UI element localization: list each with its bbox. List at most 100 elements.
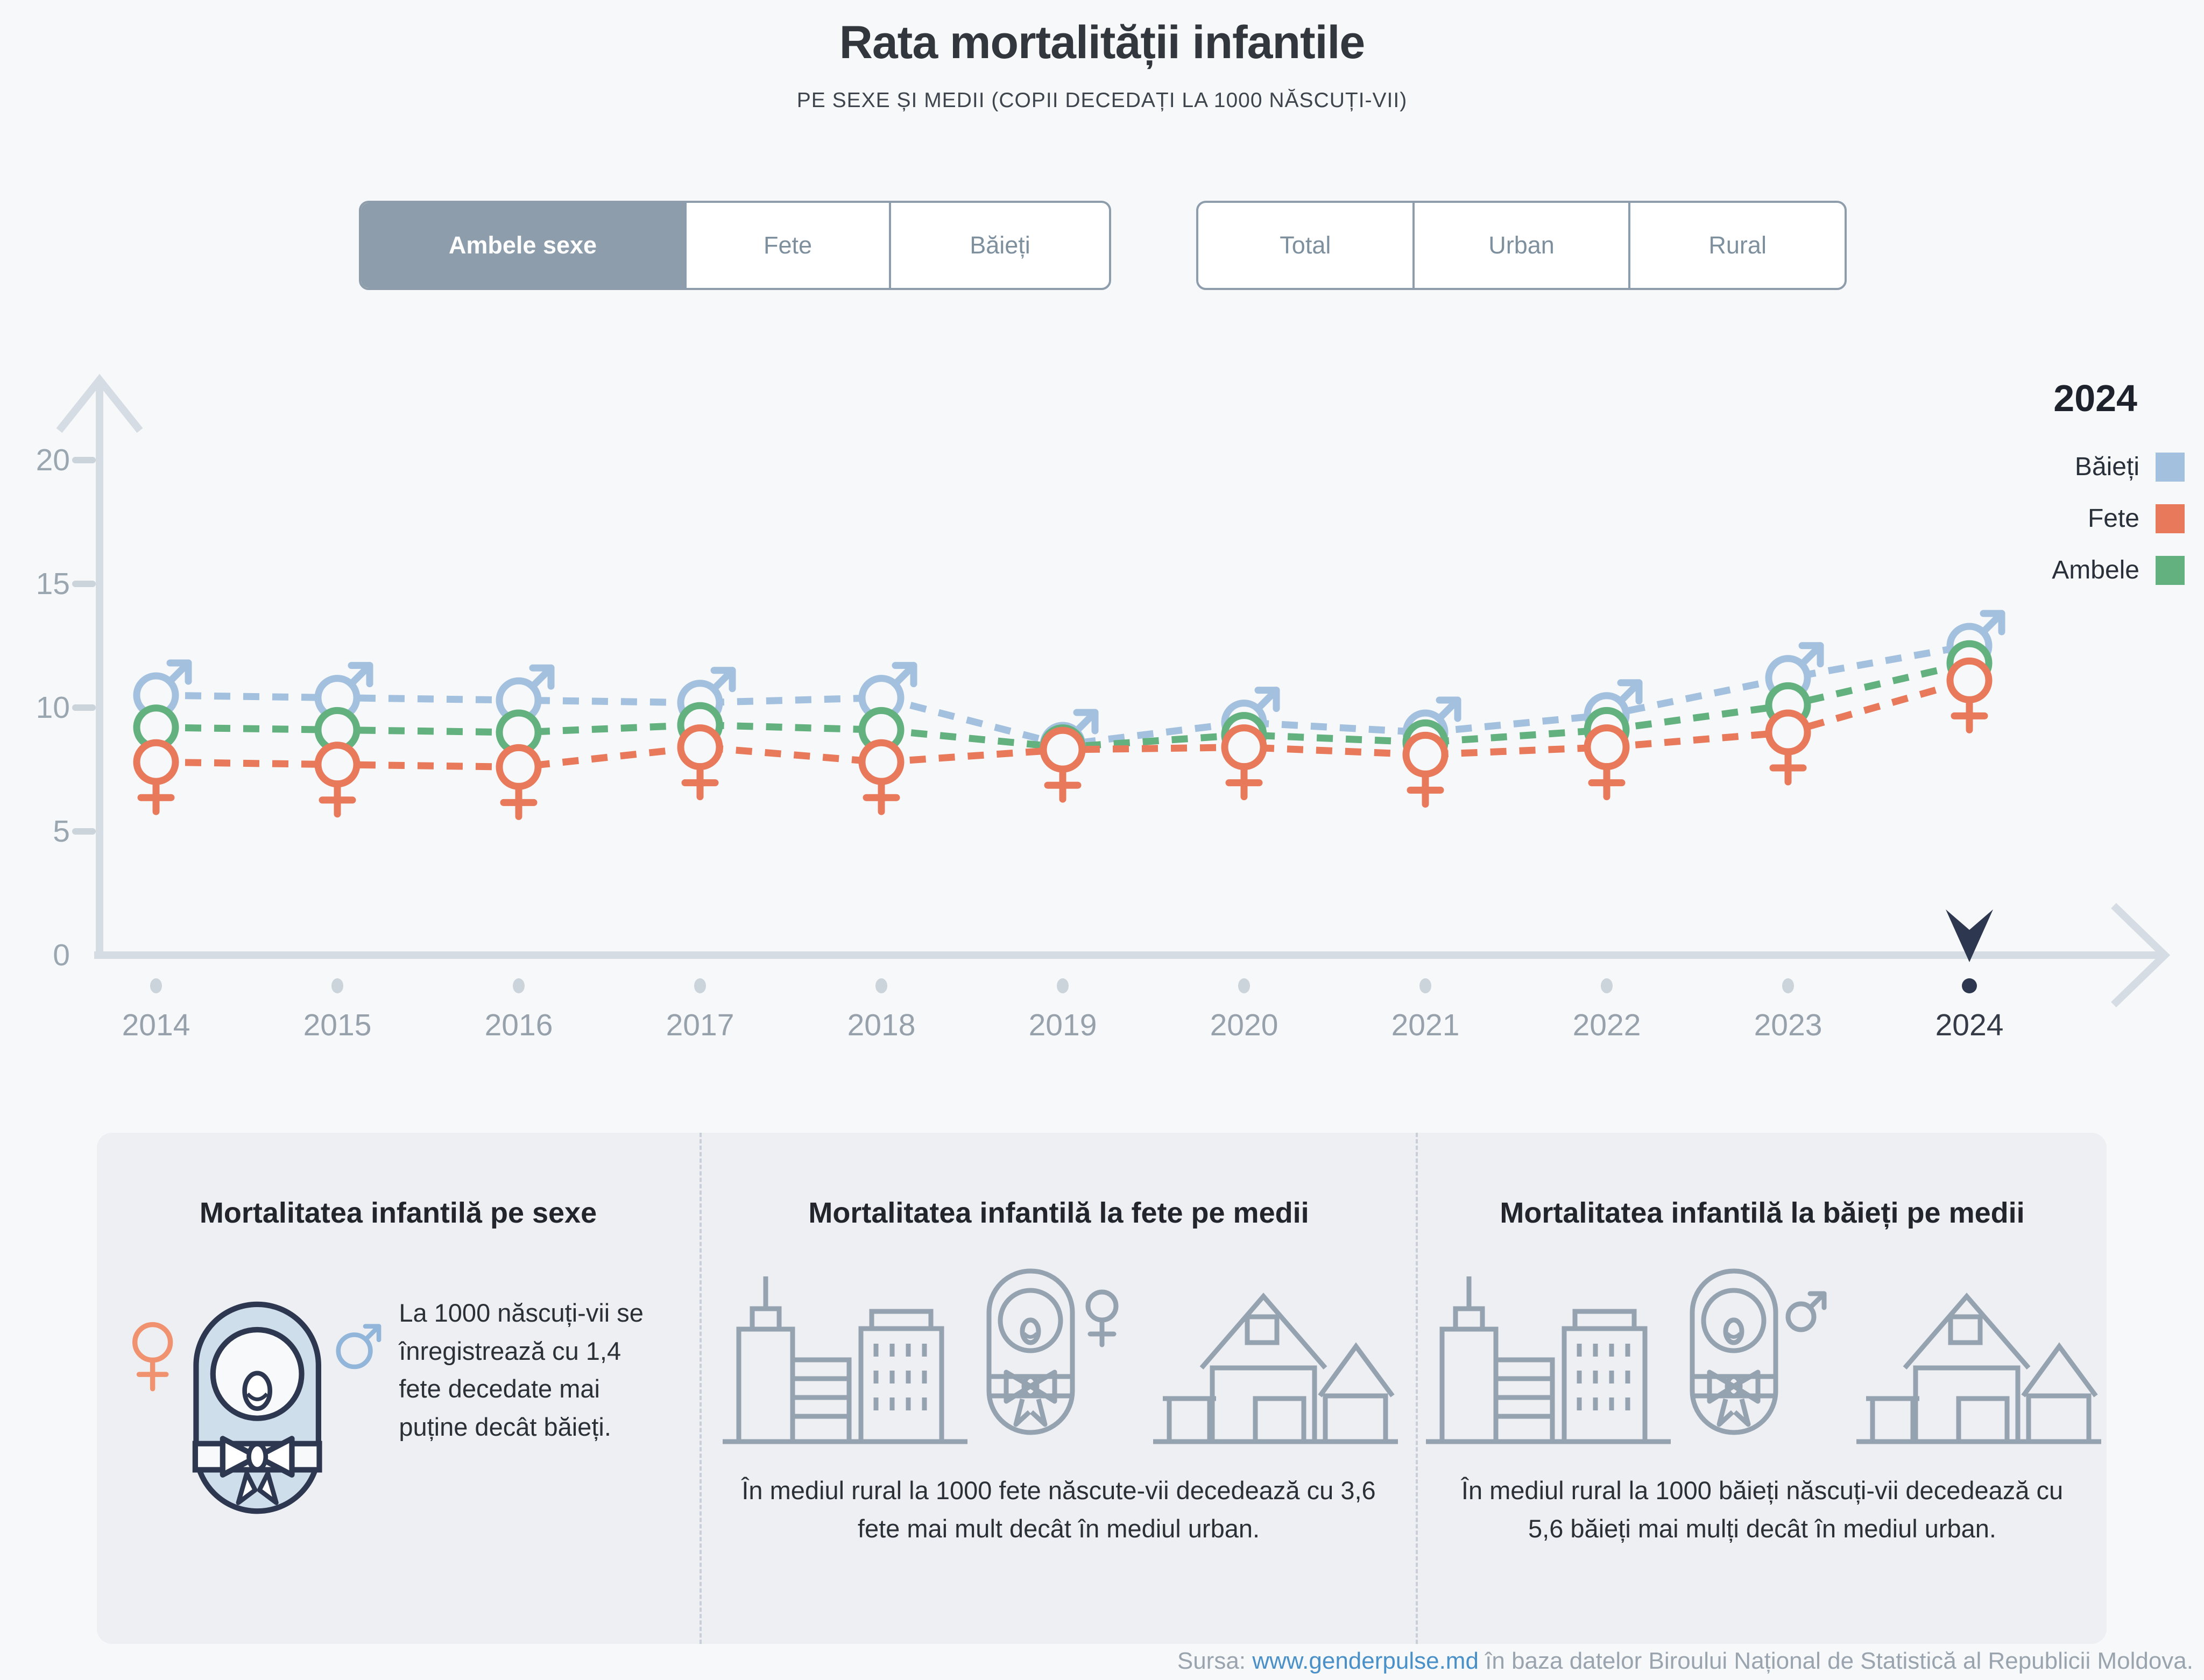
year-dot (1419, 978, 1431, 993)
year-dot (513, 978, 525, 993)
year-dot (875, 978, 887, 993)
medium-filter-total[interactable]: Total (1198, 203, 1412, 288)
legend-label: Băieți (2075, 452, 2139, 482)
card-title: Mortalitatea infantilă la fete pe medii (702, 1196, 1416, 1230)
marker-female-2021 (1406, 735, 1445, 804)
sex-filter-baieti[interactable]: Băieți (889, 203, 1109, 288)
legend-item-baieti: Băieți (1889, 452, 2185, 482)
urban-baby-rural-female-icon (715, 1263, 1403, 1451)
y-axis-arrow (59, 380, 140, 430)
marker-male-2023 (1769, 646, 1820, 697)
year-dot (331, 978, 343, 993)
year-dot (1238, 978, 1250, 993)
medium-filter-rural[interactable]: Rural (1628, 203, 1845, 288)
marker-circle-2016 (499, 713, 538, 752)
x-axis-arrow (2114, 906, 2165, 1005)
marker-male-2020 (1225, 690, 1276, 742)
year-dot (150, 978, 162, 993)
x-axis-label-2018: 2018 (811, 1007, 951, 1043)
village-icon (1856, 1296, 2101, 1442)
page-subtitle: PE SEXE ȘI MEDII (COPII DECEDAȚI LA 1000… (0, 89, 2204, 112)
year-dot (1782, 978, 1794, 993)
female-icon (1088, 1292, 1116, 1345)
marker-female-2022 (1587, 728, 1626, 797)
marker-male-2017 (681, 670, 732, 722)
genderpulse-link[interactable]: www.genderpulse.md (1252, 1648, 1479, 1674)
marker-female-2016 (499, 747, 538, 816)
sex-filter-ambele-sexe[interactable]: Ambele sexe (361, 203, 684, 288)
medium-filter-urban[interactable]: Urban (1412, 203, 1629, 288)
series-line-Ambele (156, 663, 1969, 747)
marker-circle-2015 (318, 710, 357, 749)
boys-color-swatch (2156, 453, 2185, 482)
source-prefix: Sursa: (1177, 1648, 1246, 1674)
marker-circle-2020 (1225, 716, 1263, 754)
swaddled-baby-icon (1692, 1271, 1824, 1432)
legend-label: Ambele (2052, 555, 2139, 585)
sex-filter-fete[interactable]: Fete (684, 203, 889, 288)
marker-male-2015 (318, 666, 370, 717)
city-icon (1426, 1276, 1671, 1442)
insight-cards: Mortalitatea infantilă pe sexe (97, 1133, 2107, 1644)
marker-male-2022 (1587, 683, 1639, 735)
legend-item-ambele: Ambele (1889, 555, 2185, 585)
sex-filter-group: Ambele sexe Fete Băieți (359, 201, 1111, 290)
y-axis-label-0: 0 (3, 937, 70, 973)
marker-female-2014 (137, 743, 175, 811)
legend-item-fete: Fete (1889, 504, 2185, 533)
medium-filter-group: Total Urban Rural (1196, 201, 1847, 290)
marker-male-2016 (499, 668, 551, 719)
source-note: Sursa: www.genderpulse.md în baza datelo… (1177, 1648, 2193, 1675)
marker-circle-2024 (1950, 644, 1989, 682)
marker-female-2018 (862, 743, 901, 811)
card-girls-by-medium: Mortalitatea infantilă la fete pe medii (700, 1133, 1416, 1644)
marker-female-2017 (681, 728, 719, 797)
year-dot (1057, 978, 1069, 993)
both-color-swatch (2156, 556, 2185, 585)
village-icon (1153, 1296, 1398, 1442)
card-text: În mediul rural la 1000 băieți născuți-v… (1418, 1472, 2107, 1548)
series-line-Băieți (156, 646, 1969, 745)
swaddled-baby-icon (989, 1271, 1116, 1432)
marker-female-2019 (1043, 730, 1082, 799)
swaddled-baby-icon (195, 1304, 320, 1511)
x-axis-label-2024: 2024 (1899, 1007, 2039, 1043)
x-axis-label-2016: 2016 (449, 1007, 589, 1043)
y-axis-label-5: 5 (3, 814, 70, 849)
legend-label: Fete (2088, 504, 2139, 533)
x-axis-label-2017: 2017 (630, 1007, 770, 1043)
marker-circle-2014 (137, 708, 175, 747)
marker-female-2015 (318, 745, 357, 814)
marker-female-2024 (1950, 661, 1989, 730)
year-dot (1601, 978, 1613, 993)
y-axis-label-20: 20 (3, 442, 70, 478)
card-mortality-by-sex: Mortalitatea infantilă pe sexe (97, 1133, 700, 1644)
card-title: Mortalitatea infantilă pe sexe (97, 1196, 700, 1230)
male-icon (1788, 1294, 1824, 1330)
year-selector-handle[interactable] (1946, 909, 1993, 993)
marker-circle-2022 (1587, 710, 1626, 749)
marker-male-2019 (1043, 712, 1095, 764)
page-title: Rata mortalității infantile (0, 16, 2204, 69)
x-axis-label-2019: 2019 (993, 1007, 1133, 1043)
marker-circle-2019 (1043, 728, 1082, 767)
marker-female-2023 (1769, 713, 1807, 782)
x-axis-label-2015: 2015 (267, 1007, 407, 1043)
genderpulse-infant-mortality-page: Rata mortalității infantile PE SEXE ȘI M… (0, 0, 2204, 1680)
female-icon (135, 1325, 171, 1389)
marker-male-2024 (1950, 613, 2002, 665)
x-axis-label-2022: 2022 (1537, 1007, 1677, 1043)
city-icon (723, 1276, 967, 1442)
card-boys-by-medium: Mortalitatea infantilă la băieți pe medi… (1416, 1133, 2107, 1644)
card-text: La 1000 născuți-vii se înregistrează cu … (399, 1294, 670, 1550)
girls-color-swatch (2156, 504, 2185, 533)
x-axis-label-2021: 2021 (1355, 1007, 1495, 1043)
source-suffix: în baza datelor Biroului Național de Sta… (1485, 1648, 2193, 1674)
chart-legend: 2024 Băieți Fete Ambele (1889, 377, 2185, 607)
x-axis-label-2014: 2014 (86, 1007, 226, 1043)
marker-circle-2018 (862, 710, 901, 749)
marker-circle-2021 (1406, 723, 1445, 761)
marker-male-2018 (862, 666, 914, 717)
marker-circle-2017 (681, 705, 719, 744)
year-dot (694, 978, 706, 993)
